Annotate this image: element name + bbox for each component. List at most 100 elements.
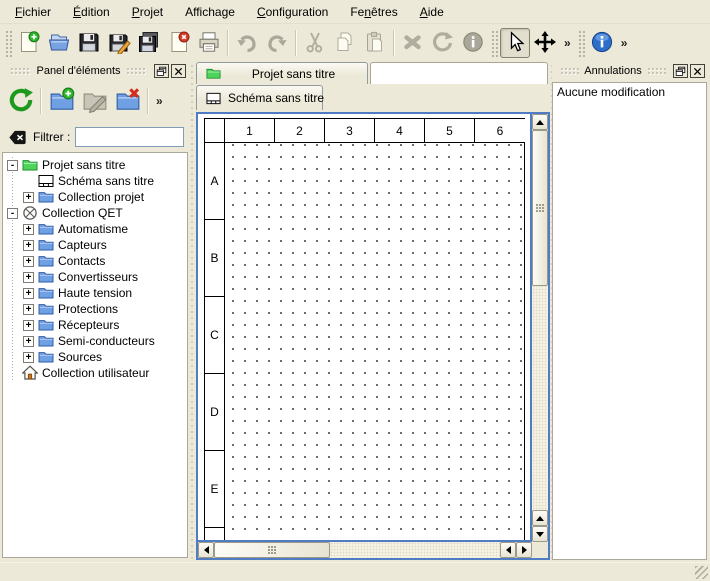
tree-item-sources[interactable]: + Sources [3,349,187,365]
save-all-button[interactable] [134,28,164,58]
delete-element-button [398,28,428,58]
tree-expander-icon[interactable]: + [23,352,34,363]
close-file-button[interactable] [164,28,194,58]
filter-input[interactable] [75,127,184,147]
tree-expander-icon[interactable]: + [23,320,34,331]
dock-drag-handle[interactable] [10,67,31,75]
horizontal-scrollbar[interactable] [198,542,532,558]
elements-panel-toolbar: » [2,80,189,122]
toolbar-extension-button[interactable]: » [560,36,575,50]
menu-aide[interactable]: Aide [411,2,453,22]
right-dock-float-button[interactable] [673,64,688,78]
schema-tab-icon [205,91,222,106]
delete-category-button[interactable] [111,84,144,118]
dock-drag-handle[interactable] [647,67,666,75]
left-splitter-handle[interactable] [189,62,195,560]
toolbar-handle[interactable] [577,29,585,57]
tree-item-protections[interactable]: +Protections [3,301,187,317]
new-project-button[interactable] [14,28,44,58]
tree-item-recepteurs[interactable]: +Récepteurs [3,317,187,333]
scroll-up-button-2[interactable] [532,510,548,526]
tree-item-collection-qet[interactable]: -Collection QET [3,205,187,221]
diagram-frame: 123456 ABCDE [204,118,525,542]
reload-collections-button[interactable] [4,84,37,118]
tree-expander-icon[interactable]: + [23,240,34,251]
undo-list-item[interactable]: Aucune modification [553,83,706,101]
tree-item-convertisseurs[interactable]: +Convertisseurs [3,269,187,285]
tree-expander-icon[interactable]: + [23,304,34,315]
menu-projet[interactable]: Projet [123,2,172,22]
tree-item-automatisme[interactable]: + Automatisme [3,221,187,237]
menu-fenetres[interactable]: Fenêtres [341,2,406,22]
menu-edition[interactable]: Édition [64,2,119,22]
about-button[interactable] [587,28,617,58]
tree-expander-icon[interactable]: + [23,288,34,299]
schema-canvas[interactable]: 123456 ABCDE [198,114,532,542]
delete-icon [401,30,425,57]
row-header-e: E [205,451,225,528]
right-arrow-icon [522,546,527,554]
tree-item-label: Sources [58,350,102,364]
tree-item-label: Automatisme [58,222,128,236]
main-toolbar: »» [0,25,710,61]
tree-folder-blue-icon [38,269,54,285]
menu-configuration[interactable]: Configuration [248,2,337,22]
scroll-up-button[interactable] [532,114,548,130]
save-as-button[interactable] [104,28,134,58]
tree-item-haute-tension[interactable]: +Haute tension [3,285,187,301]
tree-expander-icon[interactable]: - [7,208,18,219]
close-file-icon [167,30,191,57]
toolbar-handle[interactable] [4,29,12,57]
print-button[interactable] [194,28,224,58]
tree-expander-icon[interactable]: + [23,256,34,267]
about-info-icon [590,30,614,57]
left-dock-titlebar[interactable]: Panel d'éléments [2,62,189,80]
tree-expander-icon[interactable]: + [23,192,34,203]
left-dock-close-button[interactable] [171,64,186,78]
redo-button [262,28,292,58]
tree-item-contacts[interactable]: +Contacts [3,253,187,269]
tree-item-collection-projet[interactable]: +Collection projet [3,189,187,205]
horizontal-scroll-thumb[interactable] [214,542,330,558]
tree-expander-icon[interactable]: - [7,160,18,171]
tab-schema-sans-titre[interactable]: Schéma sans titre [196,85,323,110]
vertical-scroll-thumb[interactable] [532,130,548,286]
row-header-d: D [205,374,225,451]
tab-projet-sans-titre[interactable]: Projet sans titre [196,62,368,84]
dock-drag-handle[interactable] [126,67,147,75]
new-category-button[interactable] [45,84,78,118]
tree-item-capteurs[interactable]: +Capteurs [3,237,187,253]
tree-item-projet-sans-titre[interactable]: -Projet sans titre [3,157,187,173]
right-dock-close-button[interactable] [690,64,705,78]
dock-drag-handle[interactable] [560,67,579,75]
resize-grip[interactable] [695,566,708,579]
tree-item-semi-conducteurs[interactable]: +Semi-conducteurs [3,333,187,349]
folder-edit-icon [82,87,108,116]
tree-expander-icon[interactable]: + [23,224,34,235]
scroll-down-button[interactable] [532,526,548,542]
left-dock-float-button[interactable] [154,64,169,78]
menu-affichage[interactable]: Affichage [176,2,244,22]
toolbar-extension-button[interactable]: » [617,36,632,50]
toolbar-separator [227,30,229,56]
tree-item-schema-sans-titre[interactable]: Schéma sans titre [3,173,187,189]
move-mode-button[interactable] [530,28,560,58]
column-header-6: 6 [475,119,525,143]
select-mode-button[interactable] [500,28,530,58]
clear-filter-button[interactable] [7,128,28,147]
save-button[interactable] [74,28,104,58]
vertical-scrollbar[interactable] [532,114,548,542]
open-project-button[interactable] [44,28,74,58]
tree-expander-icon[interactable]: + [23,272,34,283]
toolbar-handle[interactable] [490,29,498,57]
scroll-left-button[interactable] [198,542,214,558]
scroll-right-button[interactable] [516,542,532,558]
filter-row: Filtrer : [2,122,189,152]
tree-item-collection-utilisateur[interactable]: Collection utilisateur [3,365,187,381]
schema-view[interactable]: 123456 ABCDE [196,112,550,560]
tree-expander-icon[interactable]: + [23,336,34,347]
toolbar-extension-button[interactable]: » [152,94,167,108]
scroll-left-button-2[interactable] [500,542,516,558]
right-dock-titlebar[interactable]: Annulations [552,62,708,80]
menu-fichier[interactable]: Fichier [6,2,60,22]
